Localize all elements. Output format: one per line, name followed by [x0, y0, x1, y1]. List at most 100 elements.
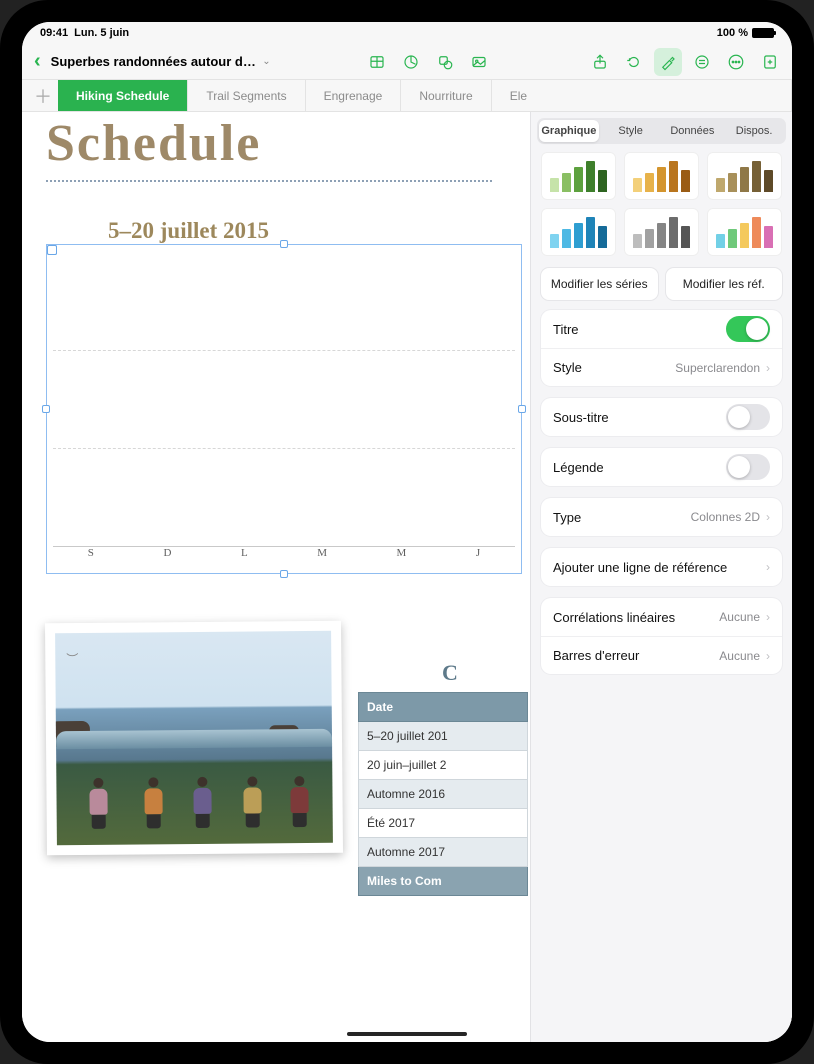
seg-style[interactable]: Style	[601, 120, 661, 142]
resize-handle[interactable]	[518, 405, 526, 413]
format-panel: Graphique Style Données Dispos. Modifier…	[530, 112, 792, 1042]
status-bar: 09:41 Lun. 5 juin 100 %	[22, 22, 792, 44]
axis-tick-label: M	[317, 547, 327, 567]
axis-tick-label: M	[397, 547, 407, 567]
resize-handle[interactable]	[42, 405, 50, 413]
row-value: Aucune	[719, 649, 760, 663]
row-label: Légende	[553, 460, 604, 475]
row-chart-type[interactable]: Type Colonnes 2D ›	[541, 498, 782, 536]
bar-value-label: 9	[254, 552, 288, 568]
bar-value-label: 14	[100, 552, 134, 568]
chart-selection[interactable]: 14139121314 SDLMMJ	[46, 244, 522, 574]
sheet-tabs: ＋ Hiking Schedule Trail Segments Engrena…	[22, 80, 792, 112]
row-value: Aucune	[719, 610, 760, 624]
chevron-right-icon: ›	[766, 510, 770, 524]
table-row[interactable]: 5–20 juillet 201	[358, 722, 528, 751]
table-row[interactable]: Automne 2016	[358, 780, 528, 809]
row-value: Superclarendon	[675, 361, 760, 375]
page-title: Schedule	[46, 114, 261, 173]
edit-references-button[interactable]: Modifier les réf.	[666, 268, 783, 300]
format-button[interactable]	[654, 48, 682, 76]
row-legend-toggle[interactable]: Légende	[541, 448, 782, 486]
back-button[interactable]: ‹	[30, 50, 45, 73]
seg-disposition[interactable]: Dispos.	[724, 120, 784, 142]
chart-style-thumb[interactable]	[624, 208, 699, 256]
add-sheet-button[interactable]: ＋	[28, 80, 58, 111]
chart-style-grid	[531, 150, 792, 264]
share-button[interactable]	[586, 48, 614, 76]
row-title-toggle[interactable]: Titre	[541, 310, 782, 348]
tab-trail-segments[interactable]: Trail Segments	[188, 80, 305, 111]
row-add-reference-line[interactable]: Ajouter une ligne de référence ›	[541, 548, 782, 586]
row-trendlines[interactable]: Corrélations linéaires Aucune ›	[541, 598, 782, 636]
divider	[46, 180, 492, 182]
axis-tick-label: J	[476, 547, 480, 567]
axis-tick-label: S	[88, 547, 94, 567]
insert-media-button[interactable]	[465, 48, 493, 76]
tab-engrenage[interactable]: Engrenage	[306, 80, 402, 111]
bar-value-label: 13	[408, 552, 442, 568]
home-indicator[interactable]	[347, 1032, 467, 1036]
chevron-right-icon: ›	[766, 610, 770, 624]
toggle-off-icon[interactable]	[726, 454, 770, 480]
row-label: Style	[553, 360, 582, 375]
axis-tick-label: L	[241, 547, 248, 567]
table-corner-letter: C	[442, 660, 458, 686]
tab-hiking-schedule[interactable]: Hiking Schedule	[58, 80, 188, 111]
row-label: Type	[553, 510, 581, 525]
row-value: Colonnes 2D	[691, 510, 760, 524]
row-label: Sous-titre	[553, 410, 609, 425]
bar-chart: 14139121314 SDLMMJ	[53, 251, 515, 567]
chart-style-thumb[interactable]	[707, 208, 782, 256]
status-date: Lun. 5 juin	[74, 27, 129, 39]
edit-series-button[interactable]: Modifier les séries	[541, 268, 658, 300]
row-label: Ajouter une ligne de référence	[553, 560, 727, 575]
row-subtitle-toggle[interactable]: Sous-titre	[541, 398, 782, 436]
row-label: Corrélations linéaires	[553, 610, 675, 625]
table-header[interactable]: Date	[358, 692, 528, 722]
photo-image: ︶	[55, 631, 333, 845]
resize-handle[interactable]	[280, 570, 288, 578]
chart-style-thumb[interactable]	[707, 152, 782, 200]
table-row[interactable]: 20 juin–juillet 2	[358, 751, 528, 780]
chevron-down-icon: ⌄	[262, 56, 270, 67]
toggle-on-icon[interactable]	[726, 316, 770, 342]
data-table[interactable]: Date 5–20 juillet 201 20 juin–juillet 2 …	[358, 692, 528, 896]
seg-graphique[interactable]: Graphique	[539, 120, 599, 142]
tab-nourriture[interactable]: Nourriture	[401, 80, 491, 111]
bar-value-label: 14	[485, 552, 519, 568]
table-footer[interactable]: Miles to Com	[358, 867, 528, 896]
chart-style-thumb[interactable]	[541, 208, 616, 256]
new-sheet-button[interactable]	[756, 48, 784, 76]
organize-button[interactable]	[688, 48, 716, 76]
tab-overflow[interactable]: Ele	[492, 80, 792, 111]
table-row[interactable]: Automne 2017	[358, 838, 528, 867]
insert-table-button[interactable]	[363, 48, 391, 76]
row-title-style[interactable]: Style Superclarendon›	[541, 348, 782, 386]
chart-style-thumb[interactable]	[541, 152, 616, 200]
resize-handle[interactable]	[280, 240, 288, 248]
document-title-menu[interactable]: Superbes randonnées autour d...que ⌄	[51, 54, 271, 69]
toggle-off-icon[interactable]	[726, 404, 770, 430]
bird-icon: ︶	[66, 650, 78, 667]
status-battery-text: 100 %	[717, 27, 748, 39]
chevron-right-icon: ›	[766, 560, 770, 574]
insert-chart-button[interactable]	[397, 48, 425, 76]
bar-value-label: 13	[177, 552, 211, 568]
photo[interactable]: ︶	[45, 621, 343, 856]
chart-style-thumb[interactable]	[624, 152, 699, 200]
chevron-right-icon: ›	[766, 649, 770, 663]
row-error-bars[interactable]: Barres d'erreur Aucune ›	[541, 636, 782, 674]
axis-tick-label: D	[163, 547, 171, 567]
status-time: 09:41	[40, 27, 68, 39]
seg-donnees[interactable]: Données	[663, 120, 723, 142]
canvas[interactable]: Schedule 5–20 juillet 2015 14139121314 S…	[22, 112, 792, 1042]
battery-icon	[752, 28, 774, 38]
table-row[interactable]: Été 2017	[358, 809, 528, 838]
chart-title: 5–20 juillet 2015	[108, 218, 269, 244]
panel-segments[interactable]: Graphique Style Données Dispos.	[537, 118, 786, 144]
more-button[interactable]	[722, 48, 750, 76]
undo-button[interactable]	[620, 48, 648, 76]
insert-shape-button[interactable]	[431, 48, 459, 76]
row-label: Barres d'erreur	[553, 648, 639, 663]
